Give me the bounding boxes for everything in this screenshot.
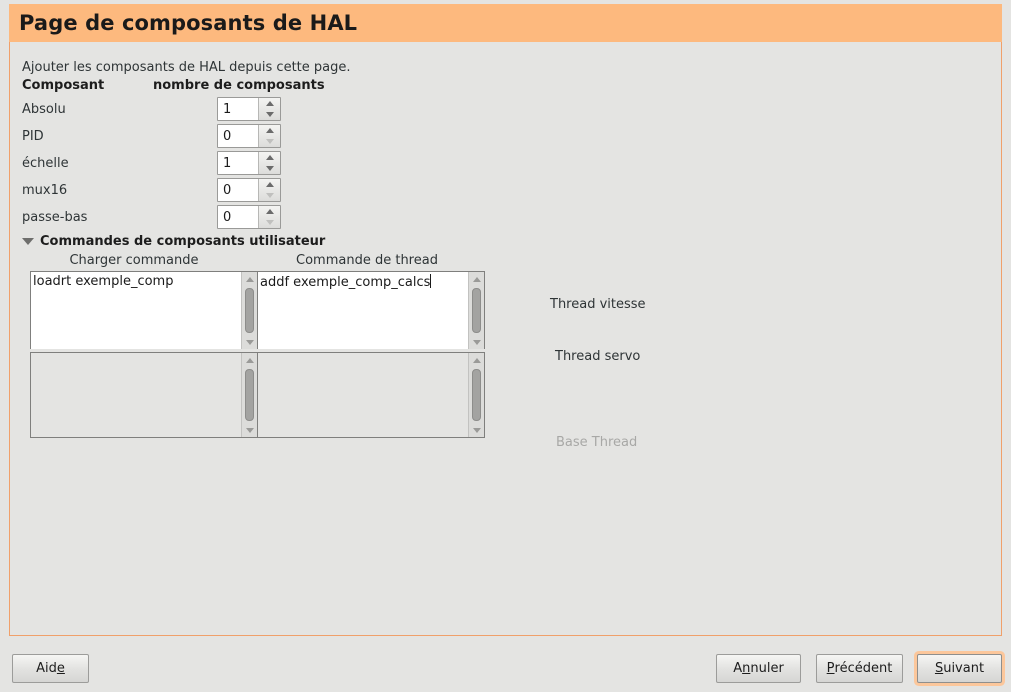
command-textarea-secondary: [30, 352, 258, 438]
column-header-component: Composant: [22, 78, 105, 93]
scrollbar[interactable]: [241, 353, 257, 437]
components-list: Absolu 1 PID 0 échelle 1 mux16 0 passe-bas 0: [10, 97, 1001, 232]
scrollbar[interactable]: [241, 272, 257, 349]
scroll-down-icon[interactable]: [242, 423, 257, 437]
command-textarea[interactable]: addf exemple_comp_calcs: [257, 271, 485, 349]
help-button[interactable]: Aid e: [12, 654, 89, 683]
component-count-spinner[interactable]: 0: [217, 205, 281, 229]
command-column-title: Commande de thread: [296, 253, 438, 268]
spinner-buttons: [258, 98, 280, 120]
command-column-title: Charger commande: [69, 253, 199, 268]
spinner-up-icon[interactable]: [259, 125, 280, 136]
expander-label: Commandes de composants utilisateur: [40, 234, 326, 249]
component-count-value[interactable]: 1: [218, 98, 258, 120]
scroll-down-icon[interactable]: [469, 423, 484, 437]
command-textarea-secondary-content: [31, 353, 241, 437]
component-row: mux16 0: [10, 178, 1001, 205]
command-textarea-secondary-content: [258, 353, 468, 437]
column-header-count: nombre de composants: [153, 78, 325, 93]
thread-label[interactable]: Thread servo: [555, 349, 640, 364]
scroll-up-icon[interactable]: [242, 272, 257, 286]
component-row: PID 0: [10, 124, 1001, 151]
spinner-buttons: [258, 206, 280, 228]
component-name-label: PID: [22, 129, 44, 144]
scrollbar-track[interactable]: [242, 367, 257, 423]
user-component-commands-expander[interactable]: Commandes de composants utilisateur: [22, 234, 325, 249]
scroll-up-icon[interactable]: [469, 353, 484, 367]
command-column: loadrt exemple_comp: [30, 271, 258, 438]
spinner-down-icon: [259, 217, 280, 228]
component-name-label: mux16: [22, 183, 68, 198]
next-button[interactable]: Suivant: [917, 654, 1002, 683]
component-row: passe-bas 0: [10, 205, 1001, 232]
scrollbar[interactable]: [468, 272, 484, 349]
spinner-down-icon: [259, 136, 280, 147]
page-title: Page de composants de HAL: [19, 11, 358, 35]
component-count-value[interactable]: 0: [218, 206, 258, 228]
scrollbar-thumb[interactable]: [245, 288, 254, 333]
thread-label: Base Thread: [556, 435, 638, 450]
component-name-label: échelle: [22, 156, 69, 171]
scrollbar-thumb[interactable]: [472, 288, 481, 333]
dialog-action-bar: Aid e An nuler Précédent Suivant: [0, 645, 1011, 692]
spinner-buttons: [258, 152, 280, 174]
component-count-value[interactable]: 1: [218, 152, 258, 174]
command-textarea-secondary: [257, 352, 485, 438]
scrollbar-thumb[interactable]: [245, 369, 254, 421]
component-name-label: passe-bas: [22, 210, 88, 225]
command-textarea-content[interactable]: addf exemple_comp_calcs: [258, 272, 468, 349]
cancel-button[interactable]: An nuler: [716, 654, 801, 683]
thread-label[interactable]: Thread vitesse: [550, 297, 646, 312]
component-count-spinner[interactable]: 0: [217, 178, 281, 202]
triangle-down-icon[interactable]: [22, 238, 34, 245]
spinner-down-icon[interactable]: [259, 109, 280, 120]
scroll-up-icon[interactable]: [242, 353, 257, 367]
spinner-up-icon[interactable]: [259, 152, 280, 163]
command-textarea-content[interactable]: loadrt exemple_comp: [31, 272, 241, 349]
component-count-spinner[interactable]: 0: [217, 124, 281, 148]
intro-text: Ajouter les composants de HAL depuis cet…: [22, 60, 351, 75]
component-count-spinner[interactable]: 1: [217, 151, 281, 175]
scrollbar-track[interactable]: [242, 286, 257, 335]
component-row: échelle 1: [10, 151, 1001, 178]
spinner-buttons: [258, 179, 280, 201]
component-row: Absolu 1: [10, 97, 1001, 124]
command-column: addf exemple_comp_calcs: [257, 271, 485, 438]
spinner-down-icon: [259, 190, 280, 201]
command-textarea[interactable]: loadrt exemple_comp: [30, 271, 258, 349]
dialog-banner: Page de composants de HAL: [9, 4, 1002, 42]
scroll-down-icon[interactable]: [242, 335, 257, 349]
content-panel: Ajouter les composants de HAL depuis cet…: [9, 42, 1002, 636]
scrollbar-track[interactable]: [469, 286, 484, 335]
scrollbar-track[interactable]: [469, 367, 484, 423]
spinner-up-icon[interactable]: [259, 179, 280, 190]
component-count-spinner[interactable]: 1: [217, 97, 281, 121]
spinner-up-icon[interactable]: [259, 98, 280, 109]
back-button[interactable]: Précédent: [816, 654, 903, 683]
scrollbar-thumb[interactable]: [472, 369, 481, 421]
scroll-down-icon[interactable]: [469, 335, 484, 349]
scrollbar[interactable]: [468, 353, 484, 437]
spinner-down-icon[interactable]: [259, 163, 280, 174]
component-count-value[interactable]: 0: [218, 179, 258, 201]
text-cursor: [430, 274, 432, 288]
spinner-up-icon[interactable]: [259, 206, 280, 217]
spinner-buttons: [258, 125, 280, 147]
hal-components-dialog: Page de composants de HAL Ajouter les co…: [0, 0, 1011, 692]
scroll-up-icon[interactable]: [469, 272, 484, 286]
component-name-label: Absolu: [22, 102, 66, 117]
component-count-value[interactable]: 0: [218, 125, 258, 147]
